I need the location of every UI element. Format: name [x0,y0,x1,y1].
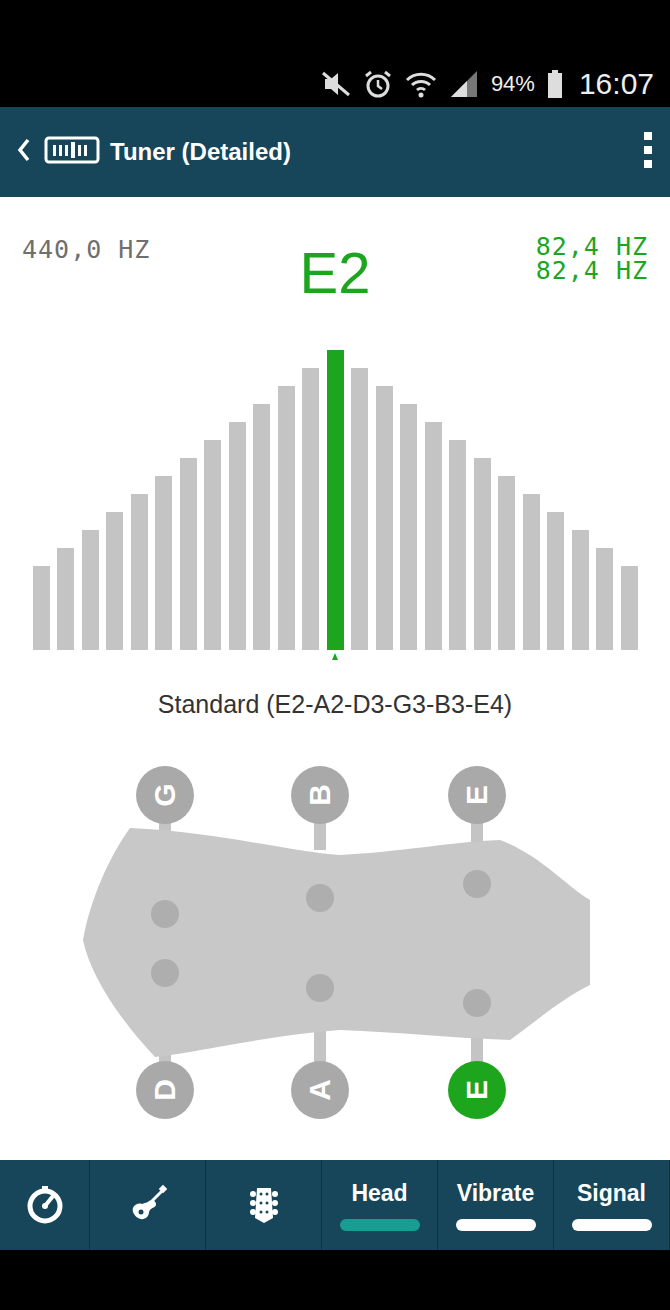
string-peg[interactable]: G [136,766,194,824]
back-button[interactable] [16,136,32,168]
app-title: Tuner (Detailed) [110,138,642,166]
toggle-label: Signal [577,1180,646,1207]
tuner-icon [44,136,100,164]
clock: 16:07 [579,67,654,101]
toggle-indicator [572,1219,652,1231]
meter-bar [327,350,344,650]
top-black-bar [0,0,670,60]
meter-pointer-row [0,650,670,662]
meter-bar [596,548,613,650]
meter-bar [400,404,417,650]
headstock-icon [244,1184,284,1226]
meter-bar [229,422,246,650]
meter-bar [57,548,74,650]
alarm-icon [363,69,393,99]
meter-bar [572,530,589,650]
string-label: E [460,785,494,805]
meter-bar [155,476,172,650]
meter-bar [131,494,148,650]
app-bar: Tuner (Detailed) [0,107,670,197]
toggle-tab[interactable]: Vibrate [438,1160,554,1250]
metronome-icon [25,1184,65,1226]
signal-icon [449,69,479,99]
back-icon [16,136,32,164]
bottom-toolbar: Head Vibrate Signal [0,1160,670,1250]
string-peg[interactable]: B [291,766,349,824]
toggle-label: Vibrate [457,1180,535,1207]
toggle-indicator [456,1219,536,1231]
toggle-tab[interactable]: Head [322,1160,438,1250]
pitch-meter [0,337,670,650]
tuner-panel: 440,0 HZE282,4 HZ82,4 HZ Standard (E2-A2-… [0,197,670,1160]
reference-pitch: 440,0 HZ [22,235,150,264]
mute-icon [321,69,351,99]
meter-bar [302,368,319,650]
meter-bar [278,386,295,650]
meter-pointer [332,653,338,660]
meter-bar [474,458,491,650]
toggle-tab[interactable]: Signal [554,1160,670,1250]
meter-bar [498,476,515,650]
wifi-icon [405,69,437,99]
readout: 440,0 HZE282,4 HZ82,4 HZ [0,197,670,337]
string-label: D [148,1079,182,1101]
meter-bar [180,458,197,650]
string-peg[interactable]: E [448,766,506,824]
frequency-line: 82,4 HZ [536,259,648,283]
string-label: G [148,783,182,806]
guitar-icon [128,1184,168,1226]
nav-tab[interactable] [206,1160,322,1250]
string-peg[interactable]: E [448,1061,506,1119]
toggle-indicator [340,1219,420,1231]
tuner-logo [44,136,100,168]
nav-tab[interactable] [0,1160,90,1250]
string-peg[interactable]: A [291,1061,349,1119]
bottom-black-bar [0,1250,670,1310]
string-label: E [460,1080,494,1100]
meter-bar [204,440,221,650]
frequency-line: 82,4 HZ [536,235,648,259]
guitar-headstock: G B E D A E [0,760,670,1130]
meter-bar [351,368,368,650]
toggle-label: Head [351,1180,407,1207]
more-icon [642,130,654,170]
battery-level: 94% [491,71,535,97]
meter-bar [425,422,442,650]
meter-bar [33,566,50,650]
nav-tab[interactable] [90,1160,206,1250]
meter-bar [82,530,99,650]
string-label: A [303,1079,337,1101]
meter-bar [621,566,638,650]
overflow-menu-button[interactable] [642,130,654,174]
status-bar: 94% 16:07 [0,60,670,107]
string-label: B [303,784,337,806]
meter-bar [253,404,270,650]
battery-icon [547,69,563,99]
meter-bar [523,494,540,650]
meter-bar [547,512,564,650]
tuning-name[interactable]: Standard (E2-A2-D3-G3-B3-E4) [0,662,670,730]
meter-bar [106,512,123,650]
frequency-readout: 82,4 HZ82,4 HZ [536,235,648,283]
meter-bar [449,440,466,650]
string-peg[interactable]: D [136,1061,194,1119]
meter-bar [376,386,393,650]
